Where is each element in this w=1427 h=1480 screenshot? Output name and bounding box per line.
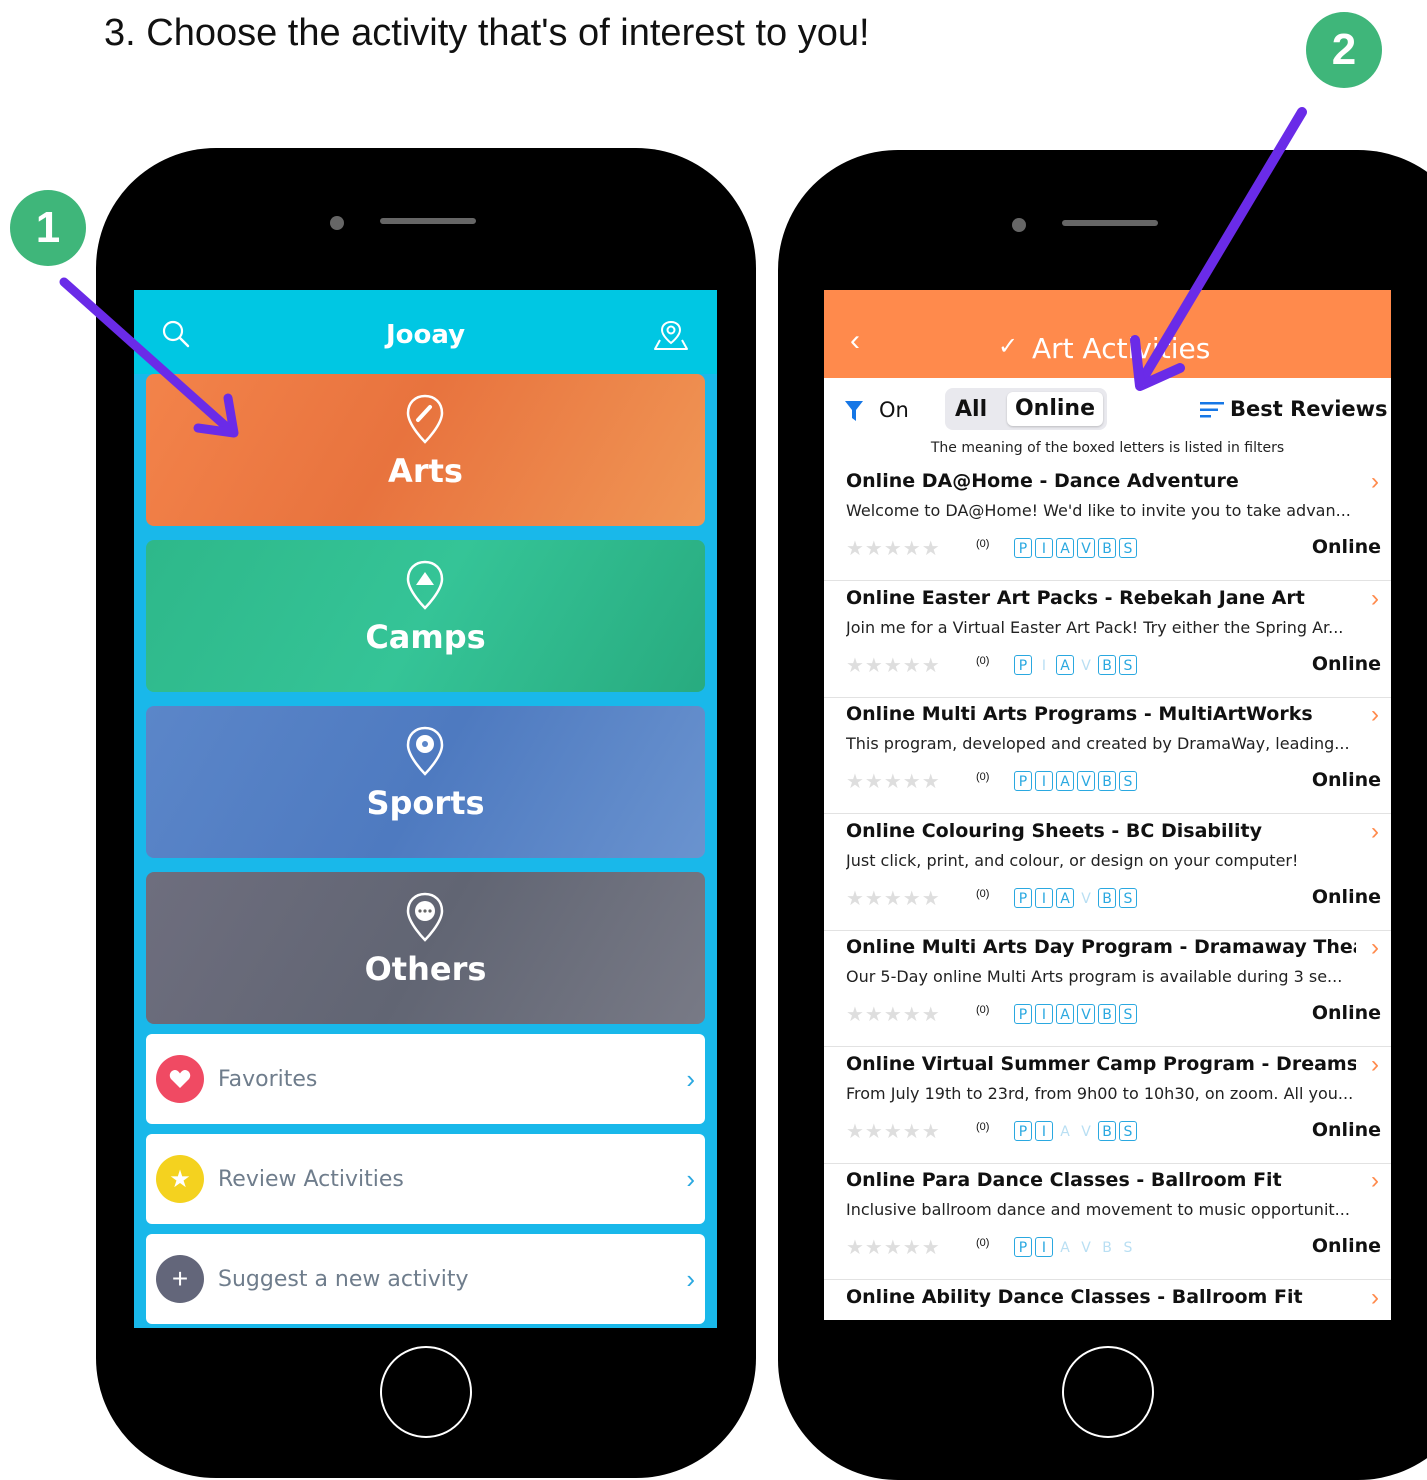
arrow-1 xyxy=(59,277,239,438)
annotation-arrows xyxy=(59,107,1307,438)
arrow-2 xyxy=(1130,107,1307,391)
